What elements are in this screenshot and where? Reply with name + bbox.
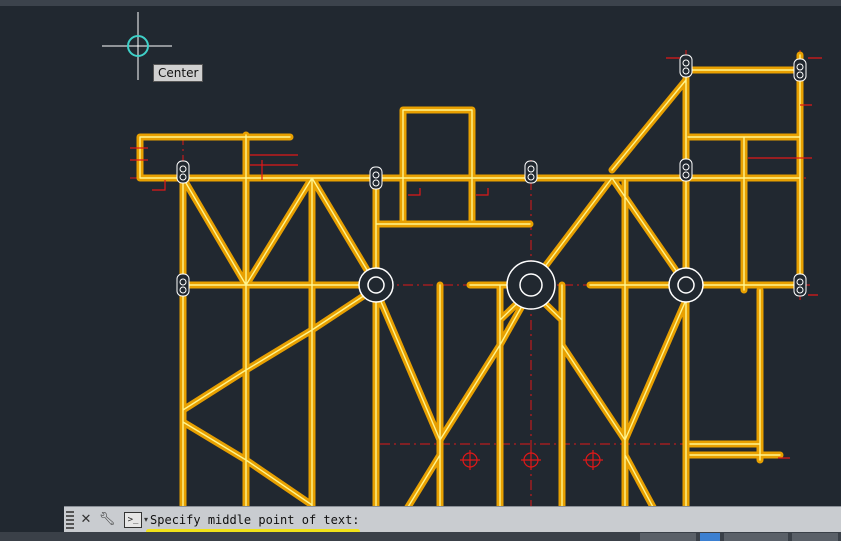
- status-bar-button[interactable]: [724, 533, 788, 541]
- osnap-tooltip: Center: [153, 64, 204, 82]
- close-icon[interactable]: ✕: [77, 511, 95, 529]
- status-bar-toggle[interactable]: [700, 533, 720, 541]
- status-bar-button[interactable]: [792, 533, 838, 541]
- command-prompt-icon[interactable]: >_: [124, 511, 142, 528]
- wrench-icon[interactable]: 🔧︎: [98, 511, 116, 529]
- target-markers: [460, 450, 603, 470]
- command-line-grip[interactable]: [66, 510, 74, 529]
- chevron-down-icon[interactable]: ▾: [144, 515, 148, 524]
- status-bar-button[interactable]: [640, 533, 696, 541]
- command-prompt-text[interactable]: Specify middle point of text:: [150, 513, 360, 527]
- drawing-canvas[interactable]: [0, 0, 841, 541]
